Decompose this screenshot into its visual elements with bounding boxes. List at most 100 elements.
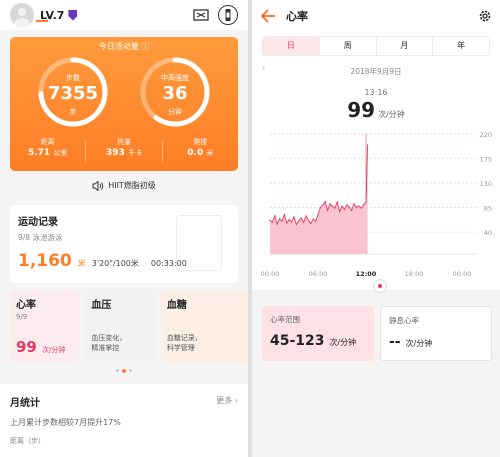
sport-values: 1,160 米 3'20"/100米 00:33:00 (18, 251, 187, 271)
more-link[interactable]: 更多 › (216, 395, 238, 406)
data-point-26 (331, 205, 333, 207)
selected-time: 13:16 (364, 88, 388, 97)
data-point-2 (274, 215, 276, 217)
heart-rate-card[interactable]: 心率 9/9 99 次/分钟 (10, 290, 80, 362)
heart-rate-chart[interactable]: 40 85 130 175 220 00:00 06:00 12:00 18:00 00:00 (252, 128, 500, 288)
sugar-card-title: 血糖 (166, 300, 187, 311)
home-header: LV.7 (0, 0, 248, 30)
resting-box[interactable]: 静息心率 -- 次/分钟 (380, 306, 492, 361)
data-point-21 (319, 207, 321, 209)
chart-date: 2018年9月9日 (350, 67, 402, 76)
resting-label: 静息心率 (389, 316, 419, 325)
intensity-ring[interactable]: 中高强度 36 分钟 (138, 55, 212, 129)
data-point-29 (339, 210, 341, 213)
x-tick-label-2: 12:00 (356, 270, 377, 278)
data-point-31 (343, 208, 345, 210)
data-point-38 (360, 207, 362, 209)
data-point-7 (286, 222, 288, 224)
activity-card[interactable]: 今日活动量 ⓘ 步数 7355 步 中高强度 36 分钟 距离 5.71 公里 … (10, 37, 238, 171)
monthly-summary: 上月累计步数相较7月提升17% (10, 418, 121, 427)
sport-record-card[interactable]: 运动记录 9/8 泳池游泳 1,160 米 3'20"/100米 00:33:0… (10, 205, 238, 283)
data-point-13 (300, 217, 302, 219)
health-home-screen: LV.7 今日活动量 ⓘ 步数 7355 步 中高强度 36 分钟 距离 5.7… (0, 0, 248, 457)
tab-day[interactable]: 日 (263, 37, 320, 55)
back-arrow-icon[interactable] (260, 9, 276, 23)
blood-pressure-card[interactable]: 血压 血压变化， 精准掌控 (85, 290, 155, 362)
data-point-37 (358, 205, 360, 207)
x-tick-label-1: 06:00 (309, 270, 328, 278)
heart-card-value: 99 次/分钟 (16, 338, 66, 356)
distance-stat: 距离 5.71 公里 (27, 138, 68, 158)
data-point-16 (307, 219, 309, 221)
heart-card-title: 心率 (16, 300, 36, 311)
y-tick-label-1: 85 (484, 205, 492, 213)
health-cards: 心率 9/9 99 次/分钟 血压 血压变化， 精准掌控 血糖 血糖记录， 科学管理 (10, 290, 248, 362)
data-point-27 (334, 207, 336, 209)
steps-unit: 步 (69, 108, 77, 116)
heart-header: 心率 (252, 0, 500, 32)
heart-card-date: 9/9 (16, 313, 28, 321)
intensity-value: 36 (162, 83, 188, 104)
heart-title: 心率 (286, 10, 308, 23)
data-point-34 (351, 209, 353, 211)
data-point-24 (327, 209, 329, 211)
tab-month[interactable]: 月 (377, 37, 434, 55)
data-point-22 (322, 204, 324, 206)
range-value: 45-123 次/分钟 (270, 333, 357, 349)
range-box[interactable]: 心率范围 45-123 次/分钟 (262, 306, 374, 361)
data-point-23 (324, 201, 326, 203)
range-label: 心率范围 (270, 315, 300, 324)
tab-year[interactable]: 年 (433, 37, 489, 55)
settings-gear-icon[interactable] (478, 9, 492, 23)
qr-scan-icon[interactable] (190, 4, 212, 26)
hiit-label: HIIT燃脂初级 (108, 181, 156, 190)
steps-value: 7355 (47, 83, 99, 104)
data-point-33 (348, 206, 350, 208)
data-point-3 (276, 223, 278, 225)
watch-icon[interactable] (218, 5, 238, 25)
data-point-5 (281, 220, 283, 222)
calories-stat: 热量 393 千卡 (106, 138, 142, 158)
data-point-10 (293, 216, 295, 218)
x-tick-label-4: 00:00 (453, 270, 472, 278)
data-point-0 (269, 219, 271, 221)
sport-duration: 00:33:00 (150, 259, 187, 268)
y-tick-label-4: 220 (480, 131, 492, 139)
level-progress (36, 20, 48, 22)
sport-distance-unit: 米 (77, 259, 86, 268)
data-point-30 (341, 205, 343, 207)
data-point-12 (298, 220, 300, 222)
data-point-9 (291, 221, 293, 223)
data-point-19 (315, 220, 317, 222)
timeline-pointer[interactable] (373, 279, 387, 293)
steps-ring[interactable]: 步数 7355 步 (36, 55, 110, 129)
sugar-card-desc: 血糖记录， 科学管理 (166, 334, 202, 353)
monthly-stats-card[interactable]: 月统计 更多 › 上月累计步数相较7月提升17% 距离（步） (0, 384, 248, 457)
data-point-1 (271, 221, 273, 223)
sport-distance: 1,160 (18, 251, 72, 271)
data-point-32 (346, 204, 348, 206)
data-point-6 (283, 214, 285, 216)
data-point-8 (288, 219, 290, 221)
blood-sugar-card[interactable]: 血糖 血糖记录， 科学管理 (160, 290, 248, 362)
bp-card-title: 血压 (91, 300, 112, 311)
data-point-25 (329, 203, 331, 205)
selected-bpm: 99 次/分钟 (347, 98, 405, 122)
data-point-41 (367, 144, 369, 146)
hiit-banner[interactable]: HIIT燃脂初级 (0, 180, 248, 191)
data-point-17 (310, 222, 312, 225)
data-point-28 (336, 201, 338, 203)
sport-pace: 3'20"/100米 (91, 259, 139, 268)
avatar[interactable] (10, 3, 34, 27)
data-point-36 (355, 207, 357, 209)
bp-card-desc: 血压变化， 精准掌控 (91, 334, 127, 353)
monthly-title: 月统计 (10, 398, 40, 409)
data-point-4 (279, 217, 281, 220)
speaker-icon (92, 180, 104, 191)
monthly-sub: 距离（步） (10, 437, 45, 445)
tab-week[interactable]: 周 (320, 37, 377, 55)
heart-rate-screen: 心率 日 周 月 年 ‹ 2018年9月9日 13:16 99 次/分钟 40 85… (252, 0, 500, 457)
activity-title: 今日活动量 ⓘ (98, 42, 150, 51)
y-tick-label-0: 40 (484, 229, 492, 237)
x-tick-label-0: 00:00 (261, 270, 280, 278)
